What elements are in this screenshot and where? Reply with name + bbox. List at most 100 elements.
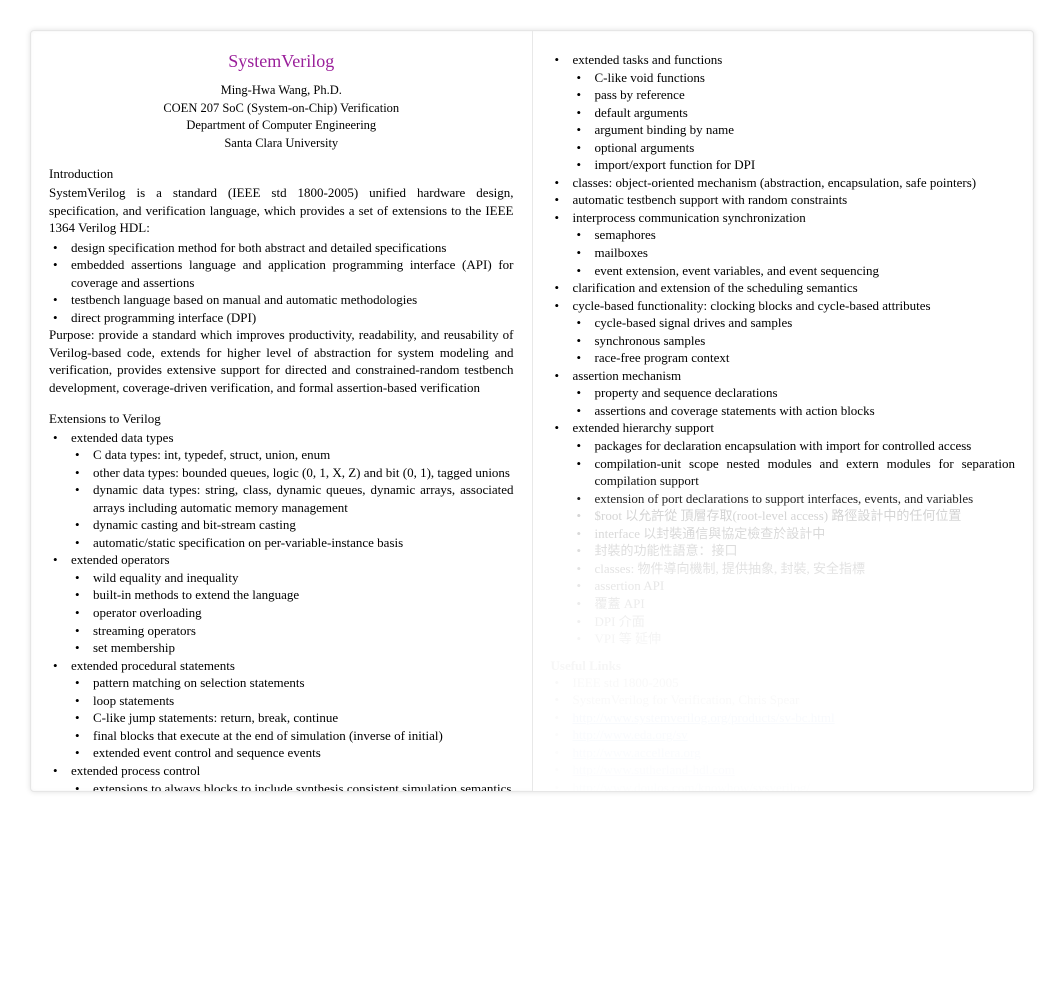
list-item: semaphores: [573, 226, 1016, 244]
faded-bullets: $root 以允許從 頂層存取(root-level access) 路徑設計中…: [573, 507, 1016, 647]
list-item: testbench language based on manual and a…: [49, 291, 514, 309]
list-item: clarification and extension of the sched…: [551, 279, 1016, 297]
list-item-sublist: semaphoresmailboxesevent extension, even…: [573, 226, 1016, 279]
list-item: synchronous samples: [573, 332, 1016, 350]
list-item: VPI 等 延伸: [573, 630, 1016, 648]
section-heading-introduction: Introduction: [49, 166, 514, 182]
list-item-sublist: wild equality and inequalitybuilt-in met…: [71, 569, 514, 657]
page: SystemVerilog Ming-Hwa Wang, Ph.D. COEN …: [0, 0, 1062, 1006]
course-line: COEN 207 SoC (System-on-Chip) Verificati…: [49, 100, 514, 118]
list-item-label: assertion mechanism: [573, 368, 682, 383]
list-item: C data types: int, typedef, struct, unio…: [71, 446, 514, 464]
list-item: dynamic casting and bit-stream casting: [71, 516, 514, 534]
reference-link[interactable]: http://www.sutherland-hdl.com: [573, 762, 735, 777]
right-column: extended tasks and functionsC-like void …: [533, 31, 1034, 791]
list-item: extended tasks and functionsC-like void …: [551, 51, 1016, 174]
list-item-sublist: C data types: int, typedef, struct, unio…: [71, 446, 514, 551]
list-item-sublist: C-like void functionspass by referencede…: [573, 69, 1016, 174]
intro-paragraph: SystemVerilog is a standard (IEEE std 18…: [49, 184, 514, 237]
section-heading-extensions: Extensions to Verilog: [49, 411, 514, 427]
reference-item: SystemVerilog for Verification, Chris Sp…: [551, 691, 1016, 709]
extensions-list-continued: extended tasks and functionsC-like void …: [551, 51, 1016, 507]
list-item: embedded assertions language and applica…: [49, 256, 514, 291]
left-column: SystemVerilog Ming-Hwa Wang, Ph.D. COEN …: [31, 31, 532, 791]
references-list: IEEE std 1800-2005SystemVerilog for Veri…: [551, 674, 1016, 792]
list-item: extended event control and sequence even…: [71, 744, 514, 762]
list-item: extension of port declarations to suppor…: [573, 490, 1016, 508]
list-item: direct programming interface (DPI): [49, 309, 514, 327]
list-item-label: extended process control: [71, 763, 200, 778]
list-item: final blocks that execute at the end of …: [71, 727, 514, 745]
list-item: 封裝的功能性語意：接口: [573, 542, 1016, 560]
list-item: automatic/static specification on per-va…: [71, 534, 514, 552]
list-item: pattern matching on selection statements: [71, 674, 514, 692]
reference-link[interactable]: http://www.doulos.com/knowhow/sysverilog…: [573, 780, 811, 792]
list-item: event extension, event variables, and ev…: [573, 262, 1016, 280]
list-item: cycle-based signal drives and samples: [573, 314, 1016, 332]
list-item-label: extended procedural statements: [71, 658, 235, 673]
extensions-list: extended data typesC data types: int, ty…: [49, 429, 514, 792]
list-item: built-in methods to extend the language: [71, 586, 514, 604]
author-block: Ming-Hwa Wang, Ph.D. COEN 207 SoC (Syste…: [49, 82, 514, 152]
list-item: 覆蓋 API: [573, 595, 1016, 613]
list-item: extended hierarchy support packages for d…: [551, 419, 1016, 507]
page-title: SystemVerilog: [49, 51, 514, 72]
list-item-label: cycle-based functionality: clocking bloc…: [573, 298, 931, 313]
list-item-label: extended hierarchy support: [573, 420, 715, 435]
university-line: Santa Clara University: [49, 135, 514, 153]
list-item: extended process control extensions to al…: [49, 762, 514, 792]
department-line: Department of Computer Engineering: [49, 117, 514, 135]
list-item-label: extended operators: [71, 552, 170, 567]
list-item: classes: 物件導向機制, 提供抽象, 封裝, 安全指標: [573, 560, 1016, 578]
list-item: assertions and coverage statements with …: [573, 402, 1016, 420]
reference-item: http://www.sutherland-hdl.com: [551, 761, 1016, 779]
reference-item: http://www.systemverilog.org/products/sv…: [551, 709, 1016, 727]
list-item-sublist: pattern matching on selection statements…: [71, 674, 514, 762]
list-item: assertion mechanismproperty and sequence…: [551, 367, 1016, 420]
list-item: race-free program context: [573, 349, 1016, 367]
list-item: packages for declaration encapsulation w…: [573, 437, 1016, 455]
list-item: automatic testbench support with random …: [551, 191, 1016, 209]
references-heading: Useful Links: [551, 658, 1016, 674]
list-item: other data types: bounded queues, logic …: [71, 464, 514, 482]
list-item: DPI 介面: [573, 613, 1016, 631]
list-item: assertion API: [573, 577, 1016, 595]
list-item-label: extended data types: [71, 430, 174, 445]
reference-link[interactable]: http://www.accellera.org: [573, 745, 701, 760]
list-item: default arguments: [573, 104, 1016, 122]
reference-link[interactable]: http://www.eda.org/sv: [573, 727, 688, 742]
list-item-sublist: packages for declaration encapsulation w…: [573, 437, 1016, 507]
list-item: compilation-unit scope nested modules an…: [573, 455, 1016, 490]
document-sheet: SystemVerilog Ming-Hwa Wang, Ph.D. COEN …: [30, 30, 1034, 792]
list-item-sublist: cycle-based signal drives and samplessyn…: [573, 314, 1016, 367]
reference-item: IEEE std 1800-2005: [551, 674, 1016, 692]
reference-item: http://www.eda.org/sv: [551, 726, 1016, 744]
list-item: extended operators wild equality and ineq…: [49, 551, 514, 656]
list-item: extensions to always blocks to include s…: [71, 780, 514, 793]
list-item: optional arguments: [573, 139, 1016, 157]
list-item: operator overloading: [71, 604, 514, 622]
list-item: interface 以封裝通信與協定檢查於設計中: [573, 525, 1016, 543]
author-name: Ming-Hwa Wang, Ph.D.: [49, 82, 514, 100]
list-item: property and sequence declarations: [573, 384, 1016, 402]
list-item: cycle-based functionality: clocking bloc…: [551, 297, 1016, 367]
list-item: pass by reference: [573, 86, 1016, 104]
list-item: extended procedural statementspattern ma…: [49, 657, 514, 762]
list-item: extended data typesC data types: int, ty…: [49, 429, 514, 552]
reference-link[interactable]: http://www.systemverilog.org/products/sv…: [573, 710, 835, 725]
reference-item: http://www.accellera.org: [551, 744, 1016, 762]
list-item-sublist: extensions to always blocks to include s…: [71, 780, 514, 793]
list-item-sublist: property and sequence declarationsassert…: [573, 384, 1016, 419]
faded-lower-block: $root 以允許從 頂層存取(root-level access) 路徑設計中…: [551, 507, 1016, 792]
list-item: design specification method for both abs…: [49, 239, 514, 257]
list-item: argument binding by name: [573, 121, 1016, 139]
list-item: C-like void functions: [573, 69, 1016, 87]
list-item: dynamic data types: string, class, dynam…: [71, 481, 514, 516]
intro-bullets: design specification method for both abs…: [49, 239, 514, 327]
list-item: import/export function for DPI: [573, 156, 1016, 174]
list-item: wild equality and inequality: [71, 569, 514, 587]
list-item: mailboxes: [573, 244, 1016, 262]
list-item: $root 以允許從 頂層存取(root-level access) 路徑設計中…: [573, 507, 1016, 525]
list-item: C-like jump statements: return, break, c…: [71, 709, 514, 727]
list-item: classes: object-oriented mechanism (abst…: [551, 174, 1016, 192]
